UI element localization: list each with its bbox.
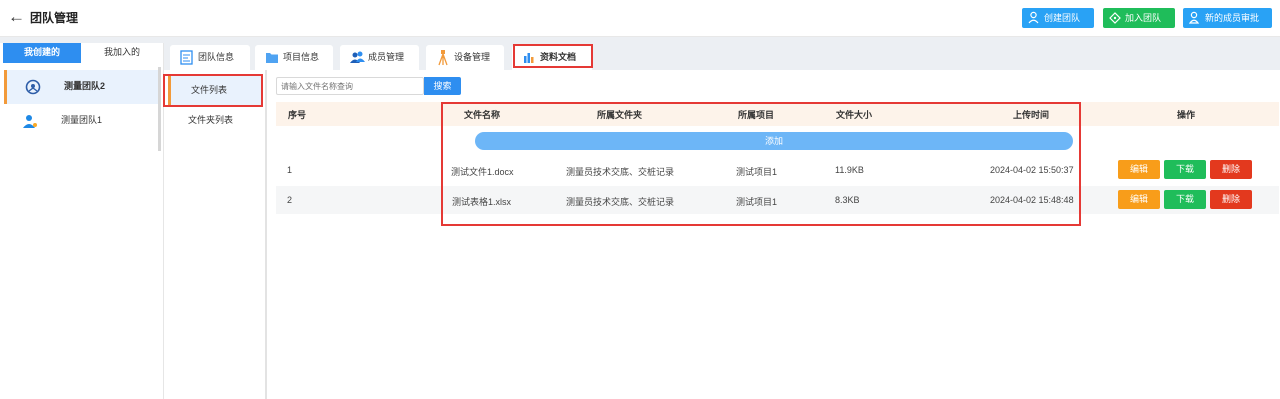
- create-team-label: 创建团队: [1044, 13, 1081, 23]
- team-avatar-icon: [25, 79, 41, 95]
- file-list-highlight: [163, 74, 263, 107]
- col-index: 序号: [288, 110, 307, 120]
- col-actions: 操作: [1177, 110, 1196, 120]
- subnav-folder-list[interactable]: 文件夹列表: [168, 105, 263, 135]
- team-avatar-icon: [22, 113, 38, 129]
- delete-button[interactable]: 删除: [1210, 160, 1252, 179]
- back-arrow-icon[interactable]: ←: [8, 7, 25, 27]
- user-check-icon: [1188, 8, 1201, 35]
- top-header: ← 团队管理 创建团队 加入团队 新的成员审批: [0, 0, 1280, 37]
- join-team-button[interactable]: 加入团队: [1103, 8, 1175, 28]
- search-button[interactable]: 搜索: [424, 77, 461, 95]
- team-list-scrollbar[interactable]: [158, 67, 161, 151]
- team-item-selected[interactable]: 测量团队2: [4, 70, 160, 104]
- edit-button[interactable]: 编辑: [1118, 160, 1160, 179]
- tab-device-management[interactable]: 设备管理: [426, 45, 504, 70]
- file-search-input[interactable]: [276, 77, 424, 95]
- team-tabs: 我创建的 我加入的: [0, 43, 163, 63]
- delete-button[interactable]: 删除: [1210, 190, 1252, 209]
- tag-icon: [1109, 8, 1121, 35]
- tab-team-info-label: 团队信息: [198, 52, 235, 62]
- tab-member-management-label: 成员管理: [368, 52, 405, 62]
- documents-tab-highlight: [513, 44, 593, 68]
- tab-project-info[interactable]: 项目信息: [255, 45, 333, 70]
- team-name: 测量团队1: [61, 115, 103, 125]
- edit-button[interactable]: 编辑: [1118, 190, 1160, 209]
- cell-index: 2: [287, 195, 293, 205]
- table-highlight: [441, 102, 1081, 226]
- content-tabs: 团队信息 项目信息 成员管理 设备管理 资料文档: [164, 43, 1280, 70]
- team-name: 测量团队2: [64, 81, 106, 91]
- member-approval-button[interactable]: 新的成员审批: [1183, 8, 1272, 28]
- join-team-label: 加入团队: [1125, 13, 1162, 23]
- tab-device-management-label: 设备管理: [454, 52, 491, 62]
- download-button[interactable]: 下载: [1164, 190, 1206, 209]
- tab-project-info-label: 项目信息: [283, 52, 320, 62]
- team-item[interactable]: 测量团队1: [4, 104, 160, 138]
- page-title: 团队管理: [30, 11, 79, 25]
- download-button[interactable]: 下载: [1164, 160, 1206, 179]
- create-team-button[interactable]: 创建团队: [1022, 8, 1094, 28]
- member-approval-label: 新的成员审批: [1205, 13, 1260, 23]
- document-subnav: 文件列表 文件夹列表: [164, 70, 267, 399]
- user-icon: [1028, 8, 1039, 35]
- cell-index: 1: [287, 165, 293, 175]
- tab-member-management[interactable]: 成员管理: [340, 45, 419, 70]
- tab-my-created[interactable]: 我创建的: [3, 43, 81, 63]
- tab-team-info[interactable]: 团队信息: [170, 45, 250, 70]
- tab-my-joined[interactable]: 我加入的: [83, 43, 161, 63]
